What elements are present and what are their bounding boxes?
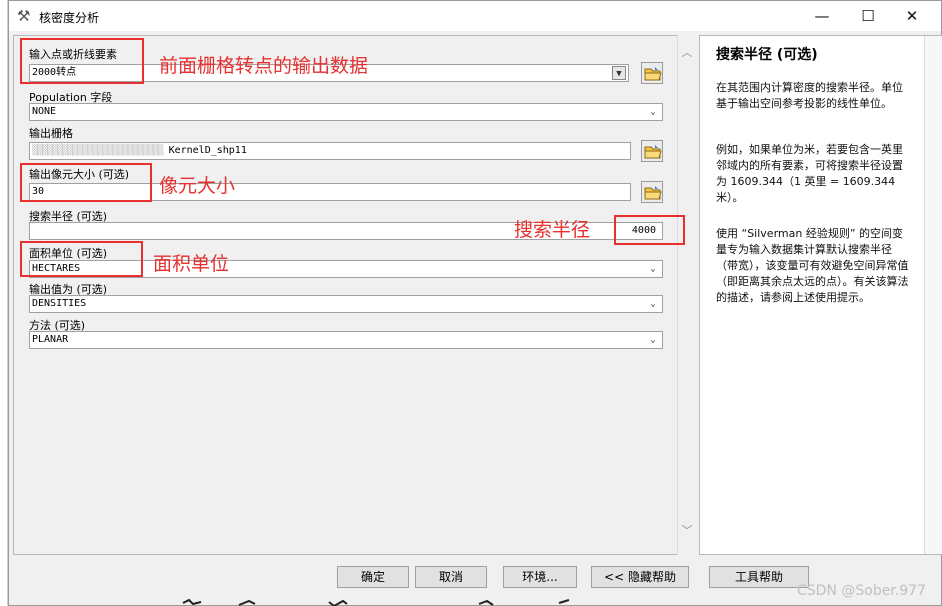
open-folder-icon [644, 186, 662, 200]
help-paragraph-1: 在其范围内计算密度的搜索半径。单位基于输出空间参考投影的线性单位。 [716, 81, 903, 110]
kernel-density-dialog: ⚒ 核密度分析 — ☐ ✕ 输入点或折线要素 2000转点 ▼ Populati… [8, 0, 942, 606]
annotation-text-cell-size: 像元大小 [159, 175, 236, 197]
annotation-box-input [20, 38, 144, 84]
output-raster-path-blurred: ▒▒▒▒▒▒▒▒▒▒▒▒▒▒▒▒▒▒▒▒▒▒▒▒▒▒ [32, 145, 164, 156]
background-map-fragment [182, 598, 570, 606]
output-raster-value: KernelD_shp11 [168, 145, 247, 156]
population-value: NONE [32, 106, 57, 117]
chevron-down-icon[interactable]: ⌄ [646, 105, 660, 119]
title-bar: ⚒ 核密度分析 — ☐ ✕ [9, 1, 941, 31]
help-title: 搜索半径 (可选) [716, 47, 818, 63]
chevron-down-icon[interactable]: ⌄ [646, 262, 660, 276]
help-panel: 搜索半径 (可选) 在其范围内计算密度的搜索半径。单位基于输出空间参考投影的线性… [699, 35, 942, 555]
annotation-text-area-units: 面积单位 [153, 253, 230, 275]
annotation-box-cell-size [20, 163, 152, 202]
scroll-down-icon[interactable]: ﹀ [681, 525, 693, 537]
help-scrollbar[interactable] [924, 36, 942, 554]
ok-button[interactable]: 确定 [337, 566, 409, 588]
annotation-text-search-radius: 搜索半径 [514, 219, 591, 241]
maximize-button[interactable]: ☐ [845, 1, 891, 31]
parameters-scrollbar[interactable]: ︿ ﹀ [677, 35, 695, 555]
method-combo[interactable]: PLANAR ⌄ [29, 331, 663, 349]
chevron-down-icon[interactable]: ⌄ [646, 297, 660, 311]
cell-size-browse-button[interactable] [641, 181, 663, 203]
environments-button[interactable]: 环境... [503, 566, 577, 588]
help-paragraph-3: 使用 “Silverman 经验规则” 的空间变量专为输入数据集计算默认搜索半径… [716, 227, 909, 304]
input-browse-button[interactable] [641, 62, 663, 84]
output-raster-browse-button[interactable] [641, 140, 663, 162]
window-title: 核密度分析 [39, 11, 100, 25]
minimize-button[interactable]: — [799, 1, 845, 31]
method-value: PLANAR [32, 334, 69, 345]
cancel-button[interactable]: 取消 [415, 566, 487, 588]
chevron-down-icon[interactable]: ⌄ [646, 333, 660, 347]
tool-help-button[interactable]: 工具帮助 [709, 566, 809, 588]
hide-help-button[interactable]: << 隐藏帮助 [591, 566, 689, 588]
population-field-combo[interactable]: NONE ⌄ [29, 103, 663, 121]
hammer-icon: ⚒ [17, 7, 31, 25]
help-paragraph-2: 例如，如果单位为米，若要包含一英里邻域内的所有要素，可将搜索半径设置为 1609… [716, 143, 903, 204]
scroll-up-icon[interactable]: ︿ [681, 47, 693, 59]
close-button[interactable]: ✕ [889, 1, 935, 31]
open-folder-icon [644, 145, 662, 159]
output-raster-label: 输出栅格 [29, 127, 73, 140]
annotation-box-search-radius [614, 215, 685, 245]
watermark: CSDN @Sober.977 [797, 583, 926, 599]
output-values-value: DENSITIES [32, 298, 87, 309]
output-values-combo[interactable]: DENSITIES ⌄ [29, 295, 663, 313]
annotation-box-area-units [20, 241, 143, 277]
background-window-edge [0, 0, 8, 606]
chevron-down-icon[interactable]: ▼ [612, 66, 626, 80]
output-raster-input[interactable]: ▒▒▒▒▒▒▒▒▒▒▒▒▒▒▒▒▒▒▒▒▒▒▒▒▒▒ KernelD_shp11 [29, 142, 631, 160]
open-folder-icon [644, 67, 662, 81]
annotation-text-input: 前面栅格转点的输出数据 [159, 55, 369, 77]
